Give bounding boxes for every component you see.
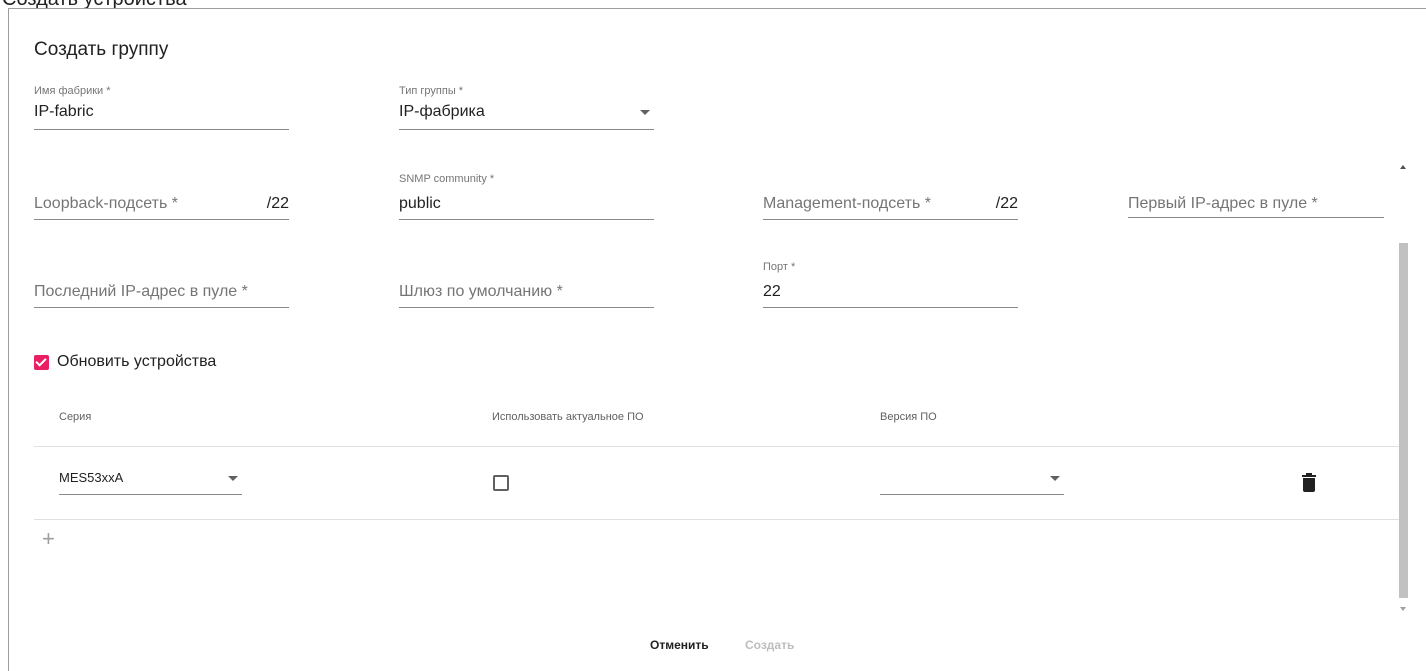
port-value[interactable]: 22: [763, 283, 781, 301]
cancel-button[interactable]: Отменить: [650, 638, 709, 652]
fabric-name-value[interactable]: IP-fabric: [34, 103, 94, 121]
port-label: Порт *: [763, 261, 796, 273]
create-button[interactable]: Создать: [745, 638, 794, 652]
port-field[interactable]: Порт * 22: [763, 261, 1018, 308]
scrollbar-thumb[interactable]: [1399, 243, 1408, 598]
table-header-divider: [34, 446, 1399, 447]
create-group-dialog: Создать группу Имя фабрики * IP-fabric Т…: [8, 8, 1426, 671]
scroll-up-arrow-icon[interactable]: [1400, 165, 1406, 169]
series-value: MES53xxA: [59, 470, 124, 485]
last-ip-placeholder: Последний IP-адрес в пуле *: [34, 283, 248, 300]
dialog-title: Создать группу: [34, 39, 169, 60]
group-type-select[interactable]: Тип группы * IP-фабрика: [399, 85, 654, 130]
column-header-series: Серия: [59, 411, 92, 423]
snmp-community-value[interactable]: public: [399, 195, 441, 213]
snmp-community-field[interactable]: SNMP community * public: [399, 173, 654, 220]
scroll-down-arrow-icon[interactable]: [1400, 607, 1406, 611]
column-header-version: Версия ПО: [880, 411, 937, 423]
loopback-subnet-field[interactable]: Loopback-подсеть * /22: [34, 169, 289, 220]
background-page-title: Создать устройства: [0, 0, 1426, 8]
loopback-subnet-placeholder: Loopback-подсеть *: [34, 195, 178, 212]
default-gateway-field[interactable]: Шлюз по умолчанию *: [399, 257, 654, 308]
use-latest-checkbox[interactable]: [493, 475, 509, 491]
update-devices-checkbox-row[interactable]: Обновить устройства: [34, 353, 216, 371]
first-ip-placeholder: Первый IP-адрес в пуле *: [1128, 195, 1318, 212]
chevron-down-icon[interactable]: [228, 476, 238, 481]
default-gateway-placeholder: Шлюз по умолчанию *: [399, 283, 563, 300]
vertical-scrollbar[interactable]: [1398, 161, 1408, 613]
management-subnet-placeholder: Management-подсеть *: [763, 195, 931, 212]
fabric-name-label: Имя фабрики *: [34, 85, 111, 97]
management-subnet-field[interactable]: Management-подсеть * /22: [763, 169, 1018, 220]
check-icon[interactable]: [34, 354, 49, 370]
group-type-value: IP-фабрика: [399, 103, 485, 120]
column-header-use-latest: Использовать актуальное ПО: [492, 411, 644, 423]
first-ip-field[interactable]: Первый IP-адрес в пуле *: [1128, 169, 1384, 218]
group-type-label: Тип группы *: [399, 85, 464, 97]
update-devices-label: Обновить устройства: [57, 353, 217, 370]
table-row-divider: [34, 519, 1399, 520]
chevron-down-icon[interactable]: [1050, 476, 1060, 481]
last-ip-field[interactable]: Последний IP-адрес в пуле *: [34, 257, 289, 308]
trash-icon[interactable]: [1302, 473, 1316, 492]
loopback-subnet-suffix: /22: [266, 195, 289, 212]
snmp-community-label: SNMP community *: [399, 173, 495, 185]
series-select[interactable]: MES53xxA: [59, 467, 242, 495]
chevron-down-icon[interactable]: [640, 110, 650, 115]
plus-icon[interactable]: +: [42, 528, 55, 550]
management-subnet-suffix: /22: [995, 195, 1018, 212]
version-select[interactable]: [880, 467, 1064, 495]
fabric-name-field[interactable]: Имя фабрики * IP-fabric: [34, 85, 289, 130]
